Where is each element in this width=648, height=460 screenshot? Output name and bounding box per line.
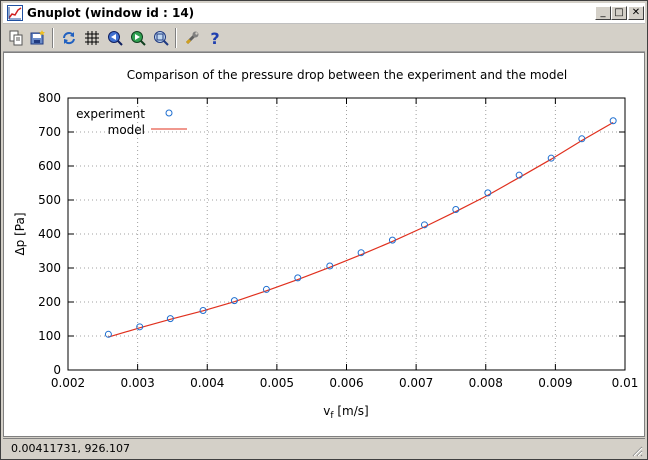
resize-grip-icon[interactable] — [631, 445, 643, 457]
x-axis-label-main: v — [323, 404, 330, 418]
title-bar[interactable]: Gnuplot (window id : 14) _ □ ✕ — [3, 3, 645, 24]
y-tick-label: 200 — [38, 295, 61, 309]
y-tick-label: 500 — [38, 193, 61, 207]
legend-label-model: model — [108, 123, 145, 137]
wrench-icon — [185, 31, 199, 45]
zoom-previous-button[interactable] — [104, 27, 126, 49]
maximize-icon: □ — [614, 7, 624, 18]
zoom-next-button[interactable] — [127, 27, 149, 49]
x-axis-label: vf [m/s] — [323, 404, 368, 421]
minimize-button[interactable]: _ — [595, 6, 611, 20]
y-tick-label: 700 — [38, 125, 61, 139]
x-tick-label: 0.004 — [190, 376, 224, 390]
x-tick-label: 0.009 — [538, 376, 572, 390]
model-line — [108, 121, 614, 338]
y-tick-label: 800 — [38, 91, 61, 105]
pressure-drop-chart: Comparison of the pressure drop between … — [13, 68, 639, 421]
x-tick-label: 0.01 — [612, 376, 639, 390]
grid-button[interactable] — [81, 27, 103, 49]
gnuplot-app-icon — [7, 5, 23, 21]
autoscale-button[interactable] — [150, 27, 172, 49]
x-tick-label: 0.002 — [51, 376, 85, 390]
x-axis-label-unit: [m/s] — [334, 404, 369, 418]
print-icon — [30, 30, 45, 45]
y-tick-label: 0 — [53, 363, 61, 377]
cursor-coordinates: 0.00411731, 926.107 — [11, 442, 130, 455]
minimize-icon: _ — [600, 7, 606, 18]
y-tick-label: 100 — [38, 329, 61, 343]
toolbar-separator — [52, 28, 54, 48]
copy-icon — [9, 30, 23, 46]
chart-title: Comparison of the pressure drop between … — [127, 68, 567, 82]
options-button[interactable] — [181, 27, 203, 49]
plot-canvas[interactable]: Comparison of the pressure drop between … — [3, 52, 645, 437]
maximize-button[interactable]: □ — [611, 6, 627, 20]
svg-text:?: ? — [210, 30, 219, 46]
zoom-next-icon — [131, 31, 146, 46]
y-tick-label: 600 — [38, 159, 61, 173]
x-tick-label: 0.005 — [260, 376, 294, 390]
status-bar: 0.00411731, 926.107 — [3, 438, 645, 459]
close-icon: ✕ — [631, 7, 641, 18]
help-icon: ? — [210, 30, 219, 46]
refresh-icon — [63, 32, 75, 45]
copy-clipboard-button[interactable] — [5, 27, 27, 49]
legend-marker-experiment — [165, 109, 173, 117]
replot-button[interactable] — [58, 27, 80, 49]
zoom-autoscale-icon — [154, 31, 169, 46]
x-tick-label: 0.008 — [469, 376, 503, 390]
y-tick-label: 400 — [38, 227, 61, 241]
y-axis-label: Δp [Pa] — [13, 212, 27, 255]
grid-icon — [85, 31, 99, 45]
gnuplot-window: Gnuplot (window id : 14) _ □ ✕ ? Compari… — [0, 0, 648, 460]
print-button[interactable] — [27, 27, 49, 49]
x-tick-label: 0.003 — [120, 376, 154, 390]
close-button[interactable]: ✕ — [628, 6, 644, 20]
x-tick-label: 0.006 — [329, 376, 363, 390]
toolbar: ? — [3, 25, 645, 52]
toolbar-separator — [175, 28, 177, 48]
window-title: Gnuplot (window id : 14) — [27, 6, 195, 20]
help-button[interactable]: ? — [204, 27, 226, 49]
zoom-previous-icon — [108, 31, 123, 46]
x-tick-label: 0.007 — [399, 376, 433, 390]
legend-label-experiment: experiment — [76, 107, 145, 121]
y-tick-label: 300 — [38, 261, 61, 275]
